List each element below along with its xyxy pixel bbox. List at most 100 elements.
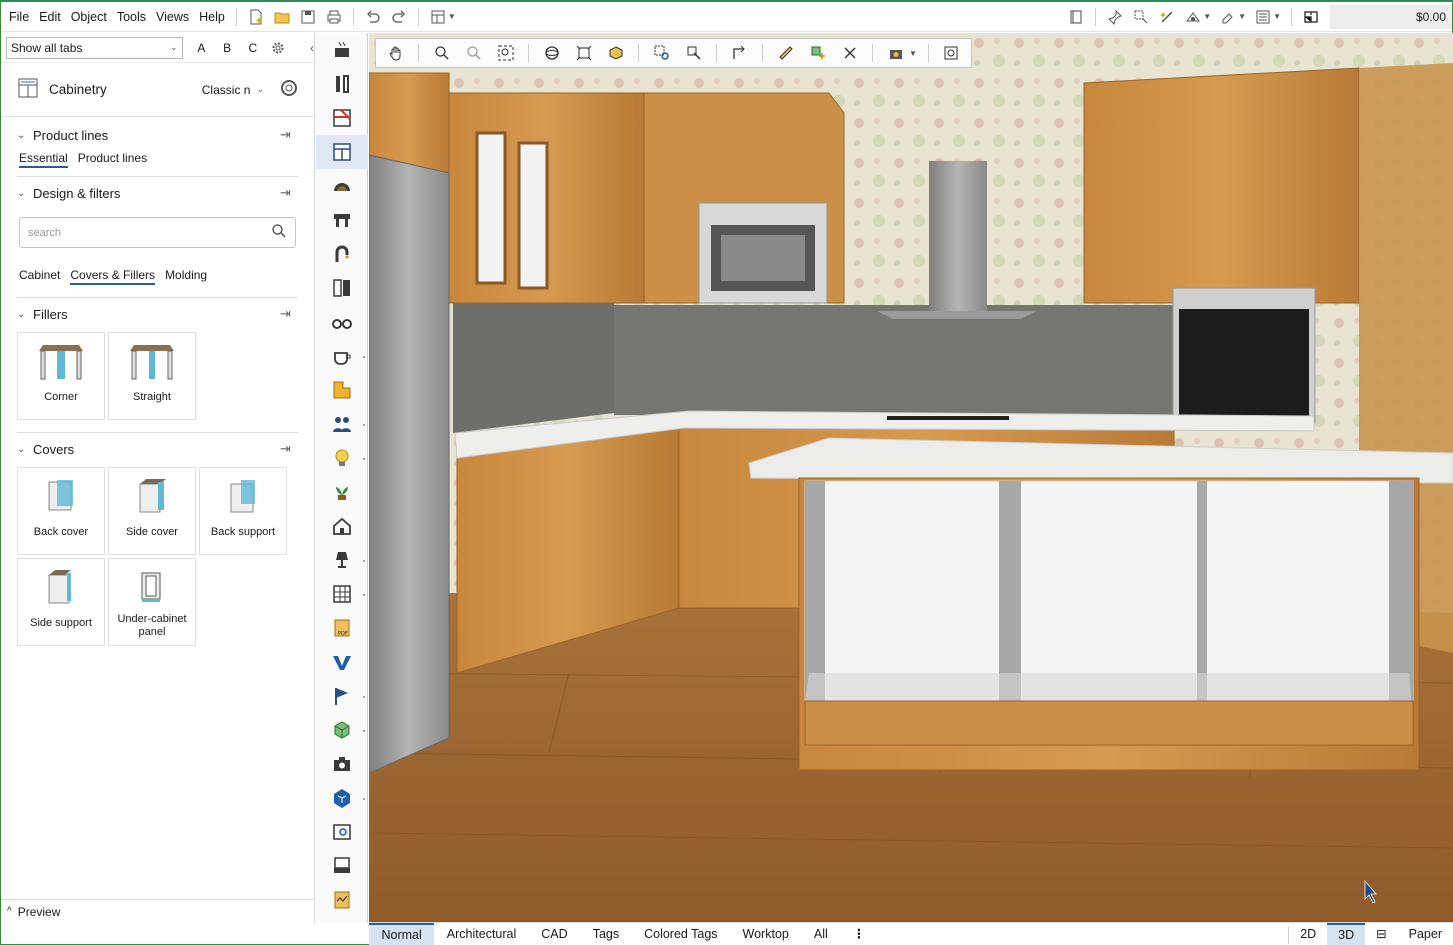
filler-corner-tile[interactable]: Corner xyxy=(17,332,105,420)
chevron-down-icon[interactable]: ▼ xyxy=(909,49,917,58)
chevron-down-icon[interactable]: ⌄ xyxy=(256,84,264,95)
rail-print[interactable] xyxy=(316,849,368,883)
rail-tools[interactable] xyxy=(316,67,368,101)
rail-vendor[interactable] xyxy=(316,645,368,679)
rail-lamps[interactable] xyxy=(316,543,368,577)
menu-edit[interactable]: Edit xyxy=(34,2,66,32)
zoom-fit-icon[interactable] xyxy=(492,42,519,64)
rail-accessories[interactable] xyxy=(316,305,368,339)
cover-under-cabinet-tile[interactable]: Under-cabinet panel xyxy=(108,558,196,646)
select-objects-icon[interactable] xyxy=(680,42,707,64)
rail-elevations[interactable] xyxy=(316,577,368,611)
view-mode-tags[interactable]: Tags xyxy=(580,923,631,945)
search-input[interactable]: search xyxy=(19,217,296,248)
zoom-out-icon[interactable] xyxy=(460,42,487,64)
view-mode-all[interactable]: All xyxy=(801,923,840,945)
delete-object-icon[interactable] xyxy=(836,42,863,64)
paint-tool-icon[interactable] xyxy=(1217,6,1239,28)
layout-icon[interactable] xyxy=(427,6,449,28)
menu-help[interactable]: Help xyxy=(194,2,230,32)
rail-camera[interactable] xyxy=(316,747,368,781)
pin-tool-icon[interactable] xyxy=(1104,6,1126,28)
rail-plumbing[interactable] xyxy=(316,237,368,271)
export-icon[interactable]: ⇥ xyxy=(280,127,298,143)
rail-arches[interactable] xyxy=(316,169,368,203)
chevron-down-icon[interactable]: ⌄ xyxy=(17,188,33,199)
material-tool-icon[interactable] xyxy=(1182,6,1204,28)
chevron-down-icon[interactable]: ⌄ xyxy=(17,130,33,141)
chevron-down-icon[interactable]: ▼ xyxy=(448,12,456,21)
tab-cabinet[interactable]: Cabinet xyxy=(19,268,60,285)
view-3d-button[interactable]: 3D xyxy=(1327,922,1366,945)
view-mode-architectural[interactable]: Architectural xyxy=(434,923,528,945)
menu-views[interactable]: Views xyxy=(151,2,194,32)
cover-back-support-tile[interactable]: Back support xyxy=(199,467,287,555)
menu-object[interactable]: Object xyxy=(66,2,112,32)
rail-exterior[interactable] xyxy=(316,509,368,543)
catalog-book-icon[interactable] xyxy=(1065,6,1087,28)
pan-hand-icon[interactable] xyxy=(382,42,409,64)
letter-filter-b[interactable]: B xyxy=(214,41,240,55)
cover-back-tile[interactable]: Back cover xyxy=(17,467,105,555)
rail-cabinetry[interactable] xyxy=(316,135,368,169)
view-mode-colored-tags[interactable]: Colored Tags xyxy=(632,923,730,945)
rail-storage[interactable] xyxy=(316,271,368,305)
letter-filter-c[interactable]: C xyxy=(240,41,266,55)
properties-icon[interactable] xyxy=(1252,6,1274,28)
category-variant[interactable]: Classic n xyxy=(202,83,251,97)
filler-straight-tile[interactable]: Straight xyxy=(108,332,196,420)
open-folder-icon[interactable] xyxy=(271,6,293,28)
floorplan-icon[interactable] xyxy=(1300,6,1322,28)
view-mode-cad[interactable]: CAD xyxy=(529,923,580,945)
rail-lighting[interactable] xyxy=(316,441,368,475)
rail-countertops[interactable] xyxy=(316,203,368,237)
chevron-down-icon[interactable]: ▼ xyxy=(1273,12,1281,21)
export-icon[interactable]: ⇥ xyxy=(280,306,298,322)
menu-file[interactable]: File xyxy=(1,2,34,32)
rail-appliances[interactable] xyxy=(316,33,368,67)
cover-side-support-tile[interactable]: Side support xyxy=(17,558,105,646)
view-mode-worktop[interactable]: Worktop xyxy=(730,923,801,945)
ruler-icon[interactable] xyxy=(772,42,799,64)
rail-tableware[interactable] xyxy=(316,339,368,373)
view-cube-icon[interactable] xyxy=(602,42,629,64)
view-2d-button[interactable]: 2D xyxy=(1289,923,1327,945)
focus-target-icon[interactable] xyxy=(938,42,965,64)
search-icon[interactable] xyxy=(271,223,287,242)
more-options-icon[interactable]: ⋮ xyxy=(840,923,878,945)
rail-flags[interactable] xyxy=(316,679,368,713)
render-camera-icon[interactable] xyxy=(882,42,909,64)
orbit-icon[interactable] xyxy=(538,42,565,64)
select-tool-icon[interactable] xyxy=(1130,6,1152,28)
chevron-down-icon[interactable]: ⌄ xyxy=(17,309,33,320)
menu-tools[interactable]: Tools xyxy=(112,2,151,32)
letter-filter-a[interactable]: A xyxy=(189,41,215,55)
view-paper-button[interactable]: Paper xyxy=(1398,923,1453,945)
rail-plants[interactable] xyxy=(316,475,368,509)
rail-pdf-report[interactable] xyxy=(316,883,368,917)
print-icon[interactable] xyxy=(323,6,345,28)
chevron-down-icon[interactable]: ▼ xyxy=(1238,12,1246,21)
export-icon[interactable]: ⇥ xyxy=(280,185,298,201)
collapse-panel-icon[interactable]: ‹ xyxy=(310,41,314,55)
style-swatch-icon[interactable] xyxy=(280,79,298,100)
tab-molding[interactable]: Molding xyxy=(165,268,207,285)
tab-product-lines[interactable]: Product lines xyxy=(78,151,147,168)
rail-walls[interactable] xyxy=(316,101,368,135)
3d-viewport[interactable]: ▼ xyxy=(369,33,1453,923)
split-view-icon[interactable]: ⊟ xyxy=(1365,923,1397,945)
rail-rooms[interactable] xyxy=(316,373,368,407)
undo-icon[interactable] xyxy=(362,6,384,28)
save-icon[interactable] xyxy=(297,6,319,28)
cover-side-tile[interactable]: Side cover xyxy=(108,467,196,555)
tab-essential[interactable]: Essential xyxy=(19,151,68,168)
export-icon[interactable]: ⇥ xyxy=(280,441,298,457)
add-object-icon[interactable] xyxy=(804,42,831,64)
fit-selection-icon[interactable] xyxy=(570,42,597,64)
select-area-icon[interactable] xyxy=(648,42,675,64)
tab-filter-select[interactable]: Show all tabs ⌄ xyxy=(6,36,183,59)
rail-sketchup[interactable] xyxy=(316,781,368,815)
new-file-icon[interactable] xyxy=(245,6,267,28)
tab-covers-fillers[interactable]: Covers & Fillers xyxy=(70,268,156,285)
gear-icon[interactable] xyxy=(268,37,288,59)
